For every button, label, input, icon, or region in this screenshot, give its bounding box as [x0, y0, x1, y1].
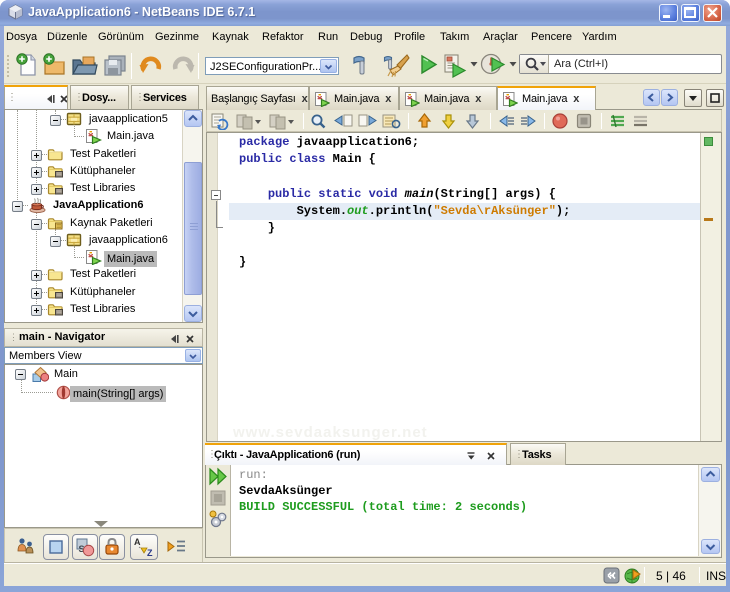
svg-text:Z: Z [147, 548, 153, 558]
svg-text:A: A [134, 537, 141, 547]
